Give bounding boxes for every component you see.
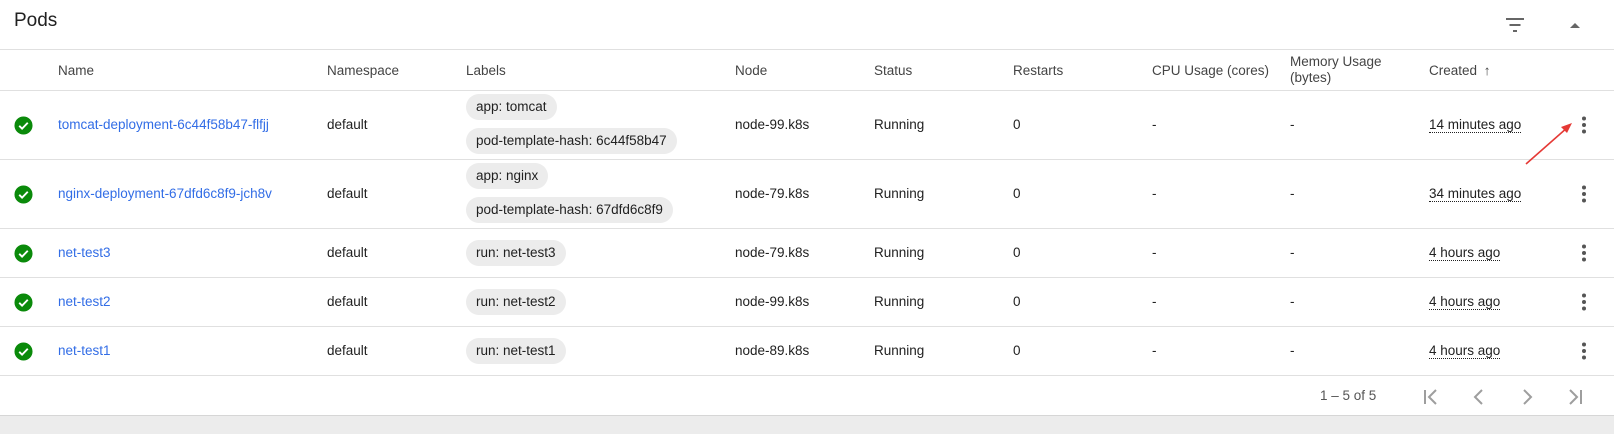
pod-namespace: default [327,245,368,260]
pod-node: node-79.k8s [735,186,810,201]
pagination-range: 1 – 5 of 5 [1320,388,1377,403]
pod-restarts: 0 [1013,186,1021,201]
pods-card: Pods Name Namespace Labels Node Status R… [0,0,1614,416]
table-row: tomcat-deployment-6c44f58b47-flfjj defau… [0,91,1614,160]
more-vert-icon[interactable] [1570,180,1598,208]
pod-status: Running [874,117,925,132]
check-circle-icon [14,185,33,204]
more-vert-icon[interactable] [1570,239,1598,267]
pod-node: node-99.k8s [735,117,810,132]
column-header-name[interactable]: Name [58,63,94,79]
pod-memory: - [1290,294,1295,309]
pod-status: Running [874,294,925,309]
column-header-restarts[interactable]: Restarts [1013,63,1063,79]
card-header: Pods [0,0,1614,50]
filter-icon[interactable] [1502,12,1528,38]
table-row: net-test2 default run: net-test2 node-99… [0,278,1614,327]
pod-namespace: default [327,343,368,358]
pod-node: node-89.k8s [735,343,810,358]
pod-status: Running [874,186,925,201]
check-circle-icon [14,342,33,361]
more-vert-icon[interactable] [1570,337,1598,365]
pod-name-link[interactable]: nginx-deployment-67dfd6c8f9-jch8v [58,186,272,201]
pod-cpu: - [1152,343,1157,358]
column-header-memory[interactable]: Memory Usage (bytes) [1290,54,1382,86]
pod-namespace: default [327,117,368,132]
pod-node: node-99.k8s [735,294,810,309]
pod-status: Running [874,343,925,358]
pod-created: 4 hours ago [1429,245,1501,261]
pod-cpu: - [1152,117,1157,132]
check-circle-icon [14,293,33,312]
pod-restarts: 0 [1013,117,1021,132]
pod-status: Running [874,245,925,260]
column-header-status[interactable]: Status [874,63,912,79]
column-header-memory-line2: (bytes) [1290,70,1332,85]
more-vert-icon[interactable] [1570,288,1598,316]
pod-memory: - [1290,117,1295,132]
column-header-memory-line1: Memory Usage [1290,54,1382,69]
table-row: net-test1 default run: net-test1 node-89… [0,327,1614,376]
table-row: nginx-deployment-67dfd6c8f9-jch8v defaul… [0,160,1614,229]
next-page-icon[interactable] [1514,384,1540,410]
pod-name-link[interactable]: net-test2 [58,294,111,309]
pod-memory: - [1290,186,1295,201]
pod-cpu: - [1152,245,1157,260]
pod-created: 14 minutes ago [1429,117,1522,133]
pod-name-link[interactable]: net-test3 [58,245,111,260]
column-header-created-label: Created [1429,63,1478,78]
column-header-created[interactable]: Created ↑ [1429,63,1491,79]
label-chip: app: nginx [466,163,549,189]
label-chip: run: net-test1 [466,338,566,364]
collapse-icon[interactable] [1562,12,1588,38]
pod-restarts: 0 [1013,294,1021,309]
column-header-node[interactable]: Node [735,63,767,79]
pod-name-link[interactable]: net-test1 [58,343,111,358]
pod-namespace: default [327,186,368,201]
prev-page-icon[interactable] [1466,384,1492,410]
pod-node: node-79.k8s [735,245,810,260]
pod-memory: - [1290,245,1295,260]
label-chip: run: net-test2 [466,289,566,315]
pod-created: 4 hours ago [1429,343,1501,359]
table-row: net-test3 default run: net-test3 node-79… [0,229,1614,278]
page-title: Pods [14,10,58,31]
first-page-icon[interactable] [1418,384,1444,410]
pod-memory: - [1290,343,1295,358]
annotation-arrow-icon [1525,123,1572,165]
label-chip: pod-template-hash: 6c44f58b47 [466,128,677,154]
label-chip: run: net-test3 [466,240,566,266]
pod-name-link[interactable]: tomcat-deployment-6c44f58b47-flfjj [58,117,269,132]
pod-cpu: - [1152,186,1157,201]
pod-created: 4 hours ago [1429,294,1501,310]
last-page-icon[interactable] [1562,384,1588,410]
pod-created: 34 minutes ago [1429,186,1522,202]
pod-restarts: 0 [1013,245,1021,260]
column-header-labels: Labels [466,63,506,78]
check-circle-icon [14,244,33,263]
sort-arrow-icon: ↑ [1483,63,1491,78]
column-header-cpu[interactable]: CPU Usage (cores) [1152,63,1269,79]
label-chip: pod-template-hash: 67dfd6c8f9 [466,197,673,223]
pod-restarts: 0 [1013,343,1021,358]
label-chip: app: tomcat [466,94,557,120]
pod-namespace: default [327,294,368,309]
column-header-namespace[interactable]: Namespace [327,63,399,79]
pod-cpu: - [1152,294,1157,309]
check-circle-icon [14,116,33,135]
table-header: Name Namespace Labels Node Status Restar… [0,51,1614,91]
